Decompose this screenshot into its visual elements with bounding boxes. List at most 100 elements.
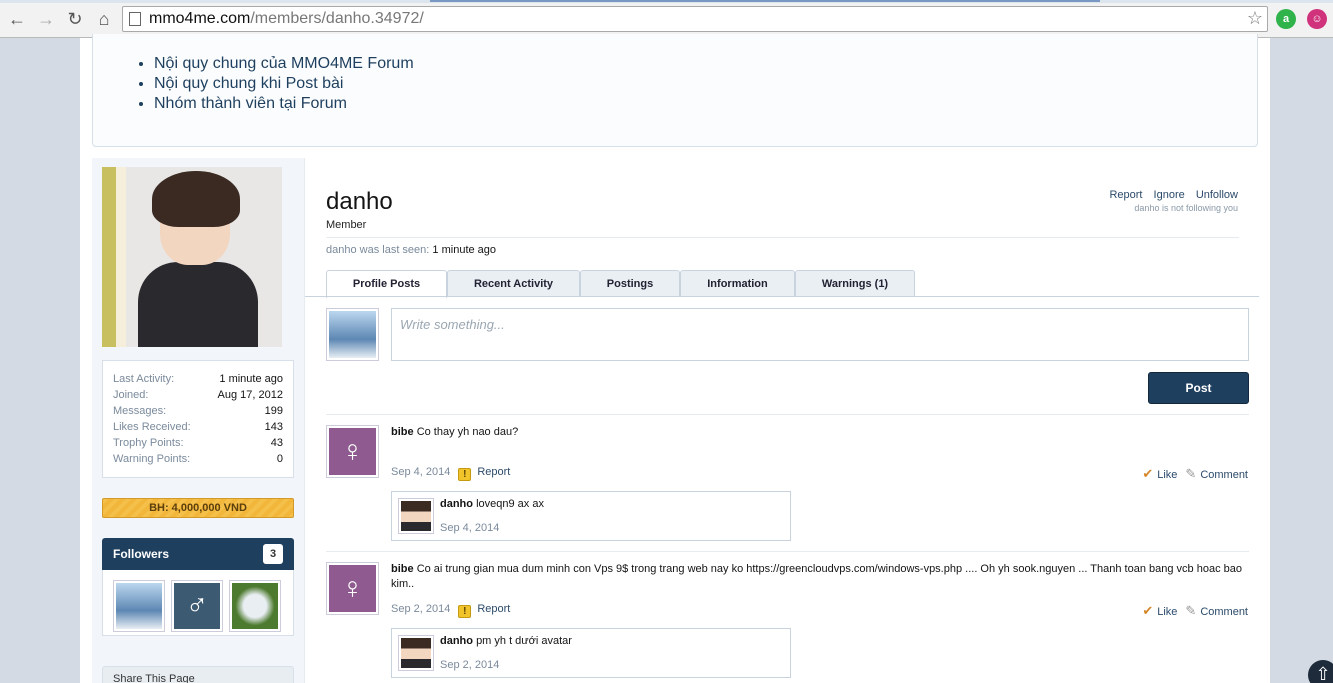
forward-arrow-icon[interactable]: → (35, 8, 57, 30)
stat-label: Warning Points: (113, 453, 191, 465)
back-arrow-icon[interactable]: ← (6, 8, 28, 30)
post-date[interactable]: Sep 2, 2014 (391, 603, 450, 615)
following-note: danho is not following you (1134, 203, 1238, 213)
followers-title[interactable]: Followers (113, 547, 169, 561)
post-body: Co ai trung gian mua dum minh con Vps 9$… (391, 563, 1242, 590)
penguins-image (116, 583, 162, 629)
flower-image (232, 583, 278, 629)
post-report-link[interactable]: Report (477, 466, 510, 478)
stat-value: 1 minute ago (219, 373, 283, 385)
post-message: bibe Co thay yh nao dau? (391, 425, 1249, 440)
notice-list: Nội quy chung của MMO4ME Forum Nội quy c… (154, 54, 414, 114)
like-link[interactable]: Like (1157, 469, 1177, 481)
comment-avatar[interactable] (398, 635, 434, 671)
post-message: bibe Co ai trung gian mua dum minh con V… (391, 562, 1249, 592)
comment-avatar[interactable] (398, 498, 434, 534)
followers-count-badge[interactable]: 3 (263, 544, 283, 564)
profile-main: danho Member Report Ignore Unfollow danh… (304, 158, 1259, 683)
url-host: mmo4me.com (149, 10, 251, 27)
post-button[interactable]: Post (1148, 372, 1249, 404)
notice-link-rules[interactable]: Nội quy chung của MMO4ME Forum (154, 54, 414, 74)
like-link[interactable]: Like (1157, 606, 1177, 618)
stat-label: Likes Received: (113, 421, 191, 433)
tab-postings[interactable]: Postings (580, 270, 680, 297)
comment-body: pm yh t dưới avatar (476, 635, 572, 647)
post-comment: danho pm yh t dưới avatar Sep 2, 2014 (391, 628, 791, 678)
female-icon: ♀ (329, 428, 376, 475)
notice-link-groups[interactable]: Nhóm thành viên tại Forum (154, 94, 414, 114)
last-seen-label: danho was last seen: (326, 244, 430, 256)
stat-messages: Messages: 199 (113, 405, 283, 421)
report-link[interactable]: Report (1109, 189, 1142, 201)
comment-link[interactable]: Comment (1200, 469, 1248, 481)
followers-header: Followers 3 (102, 538, 294, 570)
post-author[interactable]: bibe (391, 426, 414, 438)
post-actions: ✔ Like ✎ Comment (1142, 603, 1248, 619)
warning-icon: ! (458, 468, 472, 481)
post-report-link[interactable]: Report (477, 603, 510, 615)
follower-avatar[interactable]: ♂ (171, 580, 223, 632)
stat-joined: Joined: Aug 17, 2012 (113, 389, 283, 405)
tab-strip (0, 0, 1333, 3)
my-avatar[interactable] (326, 308, 379, 361)
ignore-link[interactable]: Ignore (1154, 189, 1185, 201)
tab-warnings[interactable]: Warnings (1) (795, 270, 915, 297)
post-author-avatar[interactable]: ♀ (326, 425, 379, 478)
follower-avatar[interactable] (113, 580, 165, 632)
tabs-baseline (305, 296, 1259, 297)
profile-post-input[interactable]: Write something... (391, 308, 1249, 361)
address-url[interactable]: mmo4me.com/members/danho.34972/ (149, 10, 424, 28)
unfollow-link[interactable]: Unfollow (1196, 189, 1238, 201)
stat-label: Trophy Points: (113, 437, 184, 449)
stat-likes: Likes Received: 143 (113, 421, 283, 437)
tab-profile-posts[interactable]: Profile Posts (326, 270, 447, 298)
post-date[interactable]: Sep 4, 2014 (391, 466, 450, 478)
bookmark-star-icon[interactable]: ☆ (1247, 8, 1263, 29)
comment-author[interactable]: danho (440, 635, 473, 647)
follower-avatar[interactable] (229, 580, 281, 632)
avatar-hair-shape (152, 171, 240, 227)
notice-box: Nội quy chung của MMO4ME Forum Nội quy c… (92, 34, 1258, 147)
extension-green-icon[interactable]: a (1276, 9, 1296, 29)
address-bar[interactable]: mmo4me.com/members/danho.34972/ ☆ (122, 6, 1268, 32)
active-tab-edge (430, 0, 1100, 2)
post-meta: Sep 4, 2014! Report (391, 466, 510, 481)
stat-value[interactable]: 43 (271, 437, 283, 449)
post-author[interactable]: bibe (391, 563, 414, 575)
divider (326, 237, 1239, 238)
scroll-top-icon[interactable]: ⇧ (1308, 660, 1333, 683)
avatar-thumbnail (401, 501, 431, 531)
thumbs-up-icon: ✔ (1142, 603, 1154, 618)
stat-last-activity: Last Activity: 1 minute ago (113, 373, 283, 389)
notice-link-post-rules[interactable]: Nội quy chung khi Post bài (154, 74, 414, 94)
penguins-image (329, 311, 376, 358)
divider (326, 551, 1249, 552)
comment-text: danho pm yh t dưới avatar (440, 635, 572, 647)
thumbs-up-icon: ✔ (1142, 466, 1154, 481)
last-seen: danho was last seen: 1 minute ago (326, 244, 496, 256)
browser-toolbar: ← → ↻ ⌂ mmo4me.com/members/danho.34972/ … (0, 0, 1333, 38)
post-actions: ✔ Like ✎ Comment (1142, 466, 1248, 482)
profile-avatar[interactable] (102, 167, 282, 347)
comment-body: loveqn9 ax ax (476, 498, 544, 510)
member-stats: Last Activity: 1 minute ago Joined: Aug 17… (102, 360, 294, 478)
page: Nội quy chung của MMO4ME Forum Nội quy c… (80, 34, 1270, 683)
divider (326, 414, 1249, 415)
tab-information[interactable]: Information (680, 270, 795, 297)
profile-action-links: Report Ignore Unfollow (1101, 189, 1238, 201)
tab-recent-activity[interactable]: Recent Activity (447, 270, 580, 297)
stat-trophy: Trophy Points: 43 (113, 437, 283, 453)
reload-icon[interactable]: ↻ (64, 8, 86, 30)
female-icon: ♀ (329, 565, 376, 612)
post-author-avatar[interactable]: ♀ (326, 562, 379, 615)
stat-value[interactable]: 199 (265, 405, 283, 417)
extension-pink-icon[interactable]: ☺ (1307, 9, 1327, 29)
home-icon[interactable]: ⌂ (93, 8, 115, 30)
comment-pencil-icon: ✎ (1185, 603, 1197, 618)
comment-link[interactable]: Comment (1200, 606, 1248, 618)
profile-username: danho (326, 188, 393, 215)
stat-value: 143 (264, 421, 283, 433)
comment-author[interactable]: danho (440, 498, 473, 510)
post-meta: Sep 2, 2014! Report (391, 603, 510, 618)
stat-label: Messages: (113, 405, 167, 417)
